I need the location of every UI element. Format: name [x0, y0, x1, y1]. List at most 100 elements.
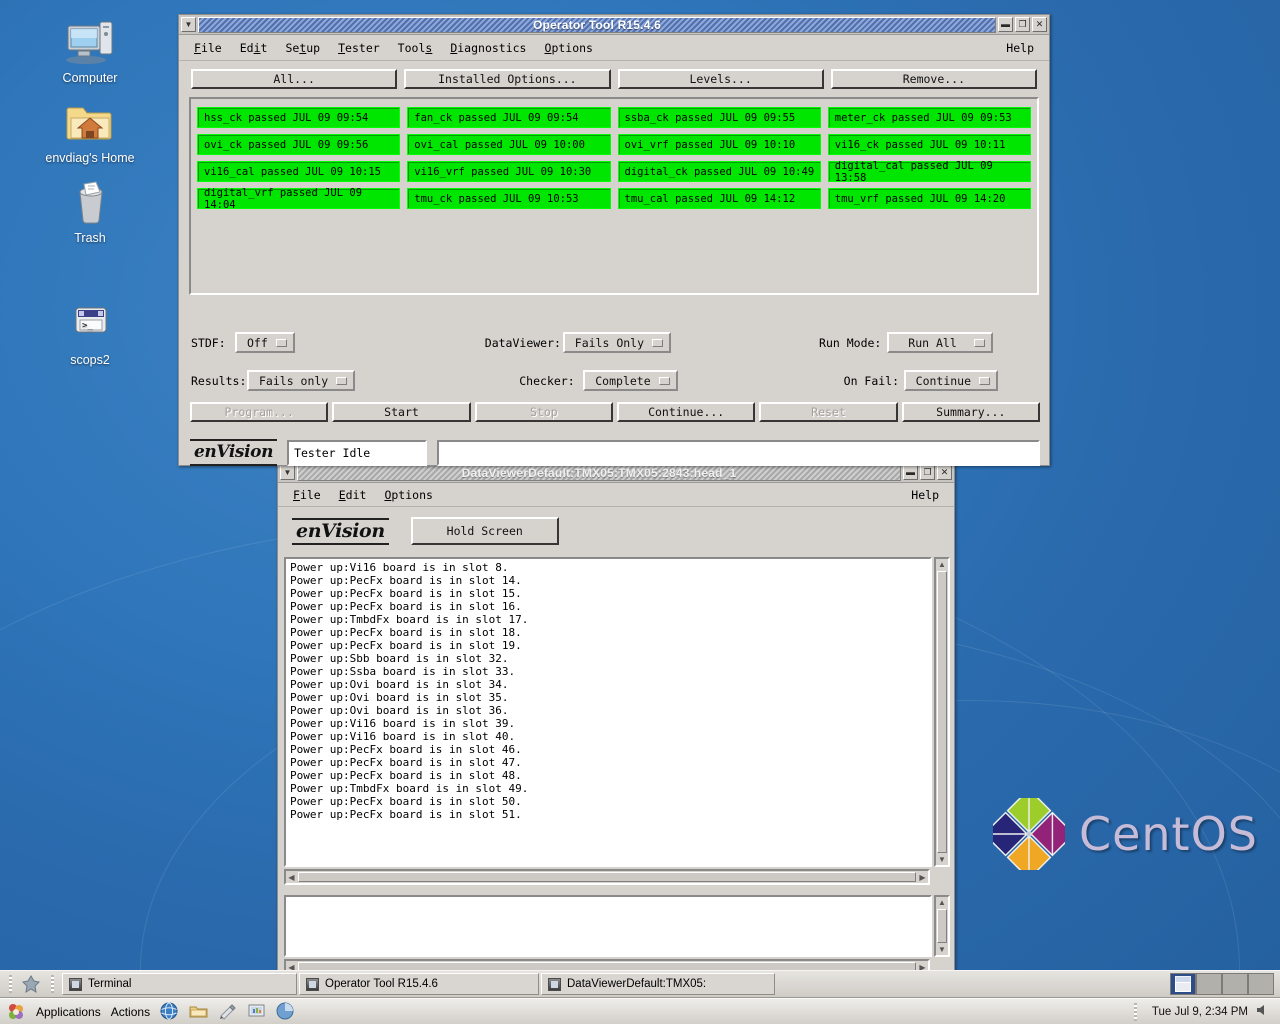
test-result-chip[interactable]: fan_ck passed JUL 09 09:54: [407, 107, 611, 128]
remove-button[interactable]: Remove...: [830, 69, 1037, 89]
menu-setup[interactable]: Setup: [276, 38, 329, 58]
operator-titlebar[interactable]: ▼ Operator Tool R15.4.6 ▬ ❐ ✕: [179, 15, 1049, 35]
taskbar-item-operator-tool[interactable]: Operator Tool R15.4.6: [299, 973, 539, 995]
log-vertical-scrollbar[interactable]: ▲ ▼: [934, 557, 950, 867]
desktop-icon-computer[interactable]: Computer: [30, 18, 150, 86]
desktop-icon-home[interactable]: envdiag's Home: [30, 98, 150, 166]
workspace-switcher[interactable]: [1170, 973, 1278, 995]
menu-edit[interactable]: Edit: [231, 38, 277, 58]
scroll-left-icon[interactable]: ◀: [286, 872, 297, 883]
window-menu-icon[interactable]: ▼: [181, 17, 196, 32]
test-result-chip[interactable]: digital_ck passed JUL 09 10:49: [617, 161, 821, 182]
close-icon[interactable]: ✕: [937, 465, 952, 480]
clock[interactable]: Tue Jul 9, 2:34 PM: [1128, 1000, 1274, 1024]
checker-option-menu[interactable]: Complete: [583, 370, 678, 391]
scroll-up-icon[interactable]: ▲: [937, 559, 948, 570]
dataviewer-titlebar[interactable]: ▼ DataViewerDefault:TMX05:TMX05:2843:hea…: [278, 463, 954, 483]
dataviewer-window[interactable]: ▼ DataViewerDefault:TMX05:TMX05:2843:hea…: [277, 462, 955, 980]
scroll-up-icon[interactable]: ▲: [937, 897, 948, 908]
workspace-3[interactable]: [1222, 973, 1248, 995]
test-result-chip[interactable]: tmu_cal passed JUL 09 14:12: [617, 188, 821, 209]
panel-handle[interactable]: [2, 972, 18, 996]
results-option-menu[interactable]: Fails only: [247, 370, 356, 391]
desktop-icon-scops2[interactable]: >_ scops2: [30, 300, 150, 368]
scroll-down-icon[interactable]: ▼: [937, 944, 948, 955]
actions-menu[interactable]: Actions: [111, 1005, 150, 1019]
volume-icon[interactable]: [1256, 1003, 1268, 1020]
scroll-down-icon[interactable]: ▼: [937, 854, 948, 865]
help-icon[interactable]: [276, 1002, 295, 1021]
continue-button[interactable]: Continue...: [616, 402, 756, 422]
operator-toolbar: All... Installed Options... Levels... Re…: [179, 61, 1049, 95]
window-menu-icon[interactable]: ▼: [280, 465, 295, 480]
menu-tools[interactable]: Tools: [389, 38, 442, 58]
desktop-icon-trash[interactable]: Trash: [30, 178, 150, 246]
text-editor-icon[interactable]: [218, 1002, 237, 1021]
scroll-thumb[interactable]: [937, 571, 947, 853]
operator-menubar[interactable]: File Edit Setup Tester Tools Diagnostics…: [179, 35, 1049, 61]
menu-tester[interactable]: Tester: [329, 38, 389, 58]
minimize-icon[interactable]: ▬: [998, 17, 1013, 32]
workspace-2[interactable]: [1196, 973, 1222, 995]
test-result-chip[interactable]: tmu_vrf passed JUL 09 14:20: [827, 188, 1031, 209]
taskbar-item-dataviewer[interactable]: DataViewerDefault:TMX05:: [541, 973, 775, 995]
web-browser-icon[interactable]: [160, 1002, 179, 1021]
window-list-icon: [20, 973, 42, 995]
menu-options[interactable]: Options: [375, 485, 441, 505]
test-result-chip[interactable]: hss_ck passed JUL 09 09:54: [197, 107, 401, 128]
test-result-chip[interactable]: ovi_ck passed JUL 09 09:56: [197, 134, 401, 155]
hold-screen-button[interactable]: Hold Screen: [410, 517, 559, 545]
menu-diagnostics[interactable]: Diagnostics: [441, 38, 535, 58]
stdf-option-menu[interactable]: Off: [235, 332, 295, 353]
test-result-chip[interactable]: digital_cal passed JUL 09 13:58: [827, 160, 1031, 184]
onfail-option-menu[interactable]: Continue: [903, 370, 999, 391]
input-vertical-scrollbar[interactable]: ▲ ▼: [934, 895, 950, 957]
dataviewer-menubar[interactable]: File Edit Options Help: [278, 483, 954, 507]
installed-options-button[interactable]: Installed Options...: [404, 69, 611, 89]
workspace-4[interactable]: [1248, 973, 1274, 995]
presentation-icon[interactable]: [247, 1002, 266, 1021]
test-result-chip[interactable]: ovi_vrf passed JUL 09 10:10: [617, 134, 821, 155]
test-result-chip[interactable]: ovi_cal passed JUL 09 10:00: [407, 134, 611, 155]
applications-menu[interactable]: Applications: [36, 1005, 101, 1019]
levels-button[interactable]: Levels...: [617, 69, 824, 89]
workspace-1[interactable]: [1170, 973, 1196, 995]
all-button[interactable]: All...: [191, 69, 398, 89]
menu-help[interactable]: Help: [997, 38, 1043, 58]
minimize-icon[interactable]: ▬: [903, 465, 918, 480]
log-horizontal-scrollbar[interactable]: ◀ ▶: [284, 869, 930, 885]
menu-help[interactable]: Help: [902, 485, 948, 505]
start-button[interactable]: Start: [332, 402, 471, 422]
panel-handle[interactable]: [44, 972, 60, 996]
dataviewer-option-menu[interactable]: Fails Only: [562, 332, 672, 353]
log-output[interactable]: Power up:Vi16 board is in slot 8. Power …: [284, 557, 932, 867]
scroll-thumb[interactable]: [937, 909, 947, 943]
operator-tool-window[interactable]: ▼ Operator Tool R15.4.6 ▬ ❐ ✕ File Edit …: [178, 14, 1050, 466]
test-result-chip[interactable]: ssba_ck passed JUL 09 09:55: [617, 107, 821, 128]
option-row-2: Results: Fails only Checker: Complete On…: [191, 367, 1039, 394]
menu-options[interactable]: Options: [536, 38, 602, 58]
test-result-chip[interactable]: tmu_ck passed JUL 09 10:53: [407, 188, 611, 209]
menu-file[interactable]: File: [284, 485, 330, 505]
test-result-chip[interactable]: vi16_cal passed JUL 09 10:15: [197, 161, 401, 182]
test-result-chip[interactable]: vi16_vrf passed JUL 09 10:30: [407, 161, 611, 182]
application-icon: [306, 977, 319, 991]
test-result-chip[interactable]: meter_ck passed JUL 09 09:53: [827, 107, 1031, 128]
taskbar-item-terminal[interactable]: Terminal: [62, 973, 297, 995]
operator-title-stripes: Operator Tool R15.4.6: [198, 16, 996, 33]
test-result-chip[interactable]: digital_vrf passed JUL 09 14:04: [197, 187, 401, 211]
command-input[interactable]: [284, 895, 932, 957]
panel-handle[interactable]: [1128, 1000, 1144, 1024]
summary-button[interactable]: Summary...: [901, 402, 1040, 422]
maximize-icon[interactable]: ❐: [920, 465, 935, 480]
onfail-label: On Fail:: [843, 373, 900, 388]
maximize-icon[interactable]: ❐: [1015, 17, 1030, 32]
file-manager-icon[interactable]: [189, 1002, 208, 1021]
menu-file[interactable]: File: [185, 38, 231, 58]
menu-edit[interactable]: Edit: [330, 485, 376, 505]
scroll-right-icon[interactable]: ▶: [917, 872, 928, 883]
runmode-option-menu[interactable]: Run All: [887, 332, 994, 353]
test-result-chip[interactable]: vi16_ck passed JUL 09 10:11: [827, 134, 1031, 155]
scroll-thumb[interactable]: [298, 872, 916, 882]
close-icon[interactable]: ✕: [1032, 17, 1047, 32]
